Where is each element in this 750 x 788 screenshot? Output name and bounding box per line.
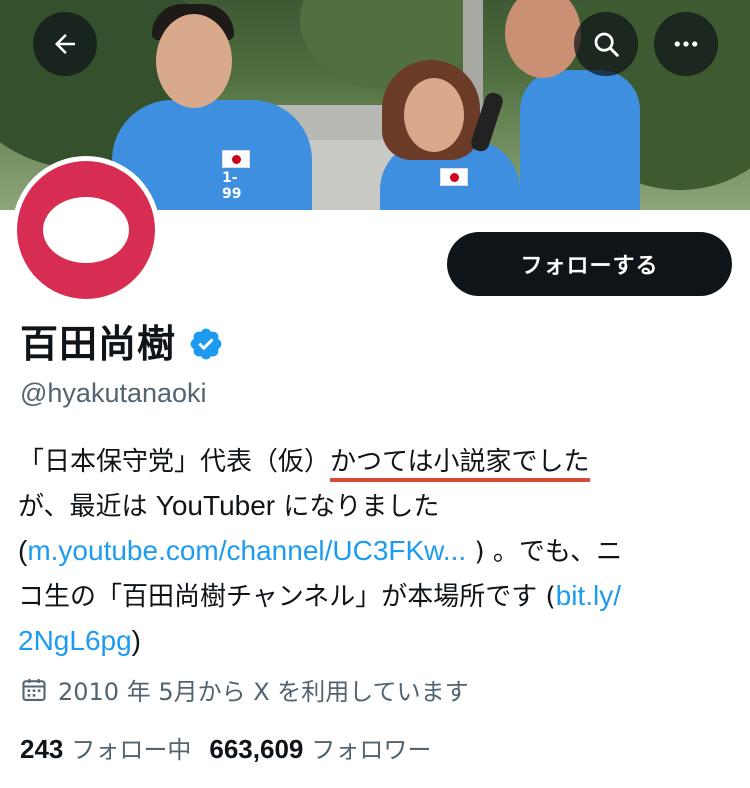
bio-text-latin: YouTuber <box>155 490 276 521</box>
bitly-link-continued[interactable]: 2NgL6pg <box>18 625 132 656</box>
bio-line: 2NgL6pg) <box>18 619 733 664</box>
bio-text: になりました <box>275 492 440 522</box>
verified-badge-icon[interactable] <box>188 326 224 362</box>
bitly-link[interactable]: bit.ly/ <box>556 580 621 611</box>
bio-line: (m.youtube.com/channel/UC3FKw... ) 。でも、ニ <box>18 529 733 574</box>
banner-flag <box>222 150 250 168</box>
calendar-icon <box>22 678 46 701</box>
bio-text: ) 。でも、ニ <box>466 537 623 567</box>
profile-name-row: 百田尚樹 <box>20 320 224 368</box>
youtube-link[interactable]: m.youtube.com/channel/UC3FKw... <box>27 535 466 566</box>
back-button[interactable] <box>33 12 97 76</box>
profile-handle: @hyakutanaoki <box>20 378 207 408</box>
following-link[interactable]: 243 フォロー中 <box>20 730 191 765</box>
banner-shirt-text: 1-99 <box>222 170 242 202</box>
bio-underlined-text: かつては小説家でした <box>330 447 590 482</box>
bio-text: ) <box>131 625 141 656</box>
display-name: 百田尚樹 <box>20 322 177 366</box>
avatar-image <box>17 161 155 299</box>
following-label: フォロー中 <box>71 736 192 764</box>
followers-label: フォロワー <box>311 736 432 764</box>
bio-text: ( <box>18 535 28 566</box>
bio-text: 「日本保守党」代表（仮） <box>18 447 331 477</box>
more-horizontal-icon <box>674 41 698 47</box>
avatar-egg-shape <box>43 197 129 263</box>
follow-button[interactable]: フォローする <box>447 232 732 296</box>
more-button[interactable] <box>654 12 718 76</box>
bio-text: が、最近は <box>18 492 156 522</box>
search-icon <box>594 32 619 57</box>
followers-count: 663,609 <box>209 734 304 764</box>
banner-flag <box>440 168 468 186</box>
following-count: 243 <box>20 734 64 764</box>
arrow-left-icon <box>55 34 75 54</box>
joined-date: 2010 年 5月から X を利用しています <box>20 672 469 707</box>
bio-text: コ生の「百田尚樹チャンネル」が本場所です ( <box>18 582 556 612</box>
followers-link[interactable]: 663,609 フォロワー <box>209 730 431 765</box>
profile-avatar[interactable] <box>12 156 160 304</box>
joined-date-text: 2010 年 5月から X を利用しています <box>58 678 469 706</box>
bio-line: コ生の「百田尚樹チャンネル」が本場所です (bit.ly/ <box>18 574 733 619</box>
profile-bio: 「日本保守党」代表（仮）かつては小説家でした が、最近は YouTuber にな… <box>18 440 733 664</box>
search-button[interactable] <box>574 12 638 76</box>
bio-line: 「日本保守党」代表（仮）かつては小説家でした <box>18 440 733 484</box>
follow-stats: 243 フォロー中 663,609 フォロワー <box>20 730 431 765</box>
bio-line: が、最近は YouTuber になりました <box>18 484 733 529</box>
